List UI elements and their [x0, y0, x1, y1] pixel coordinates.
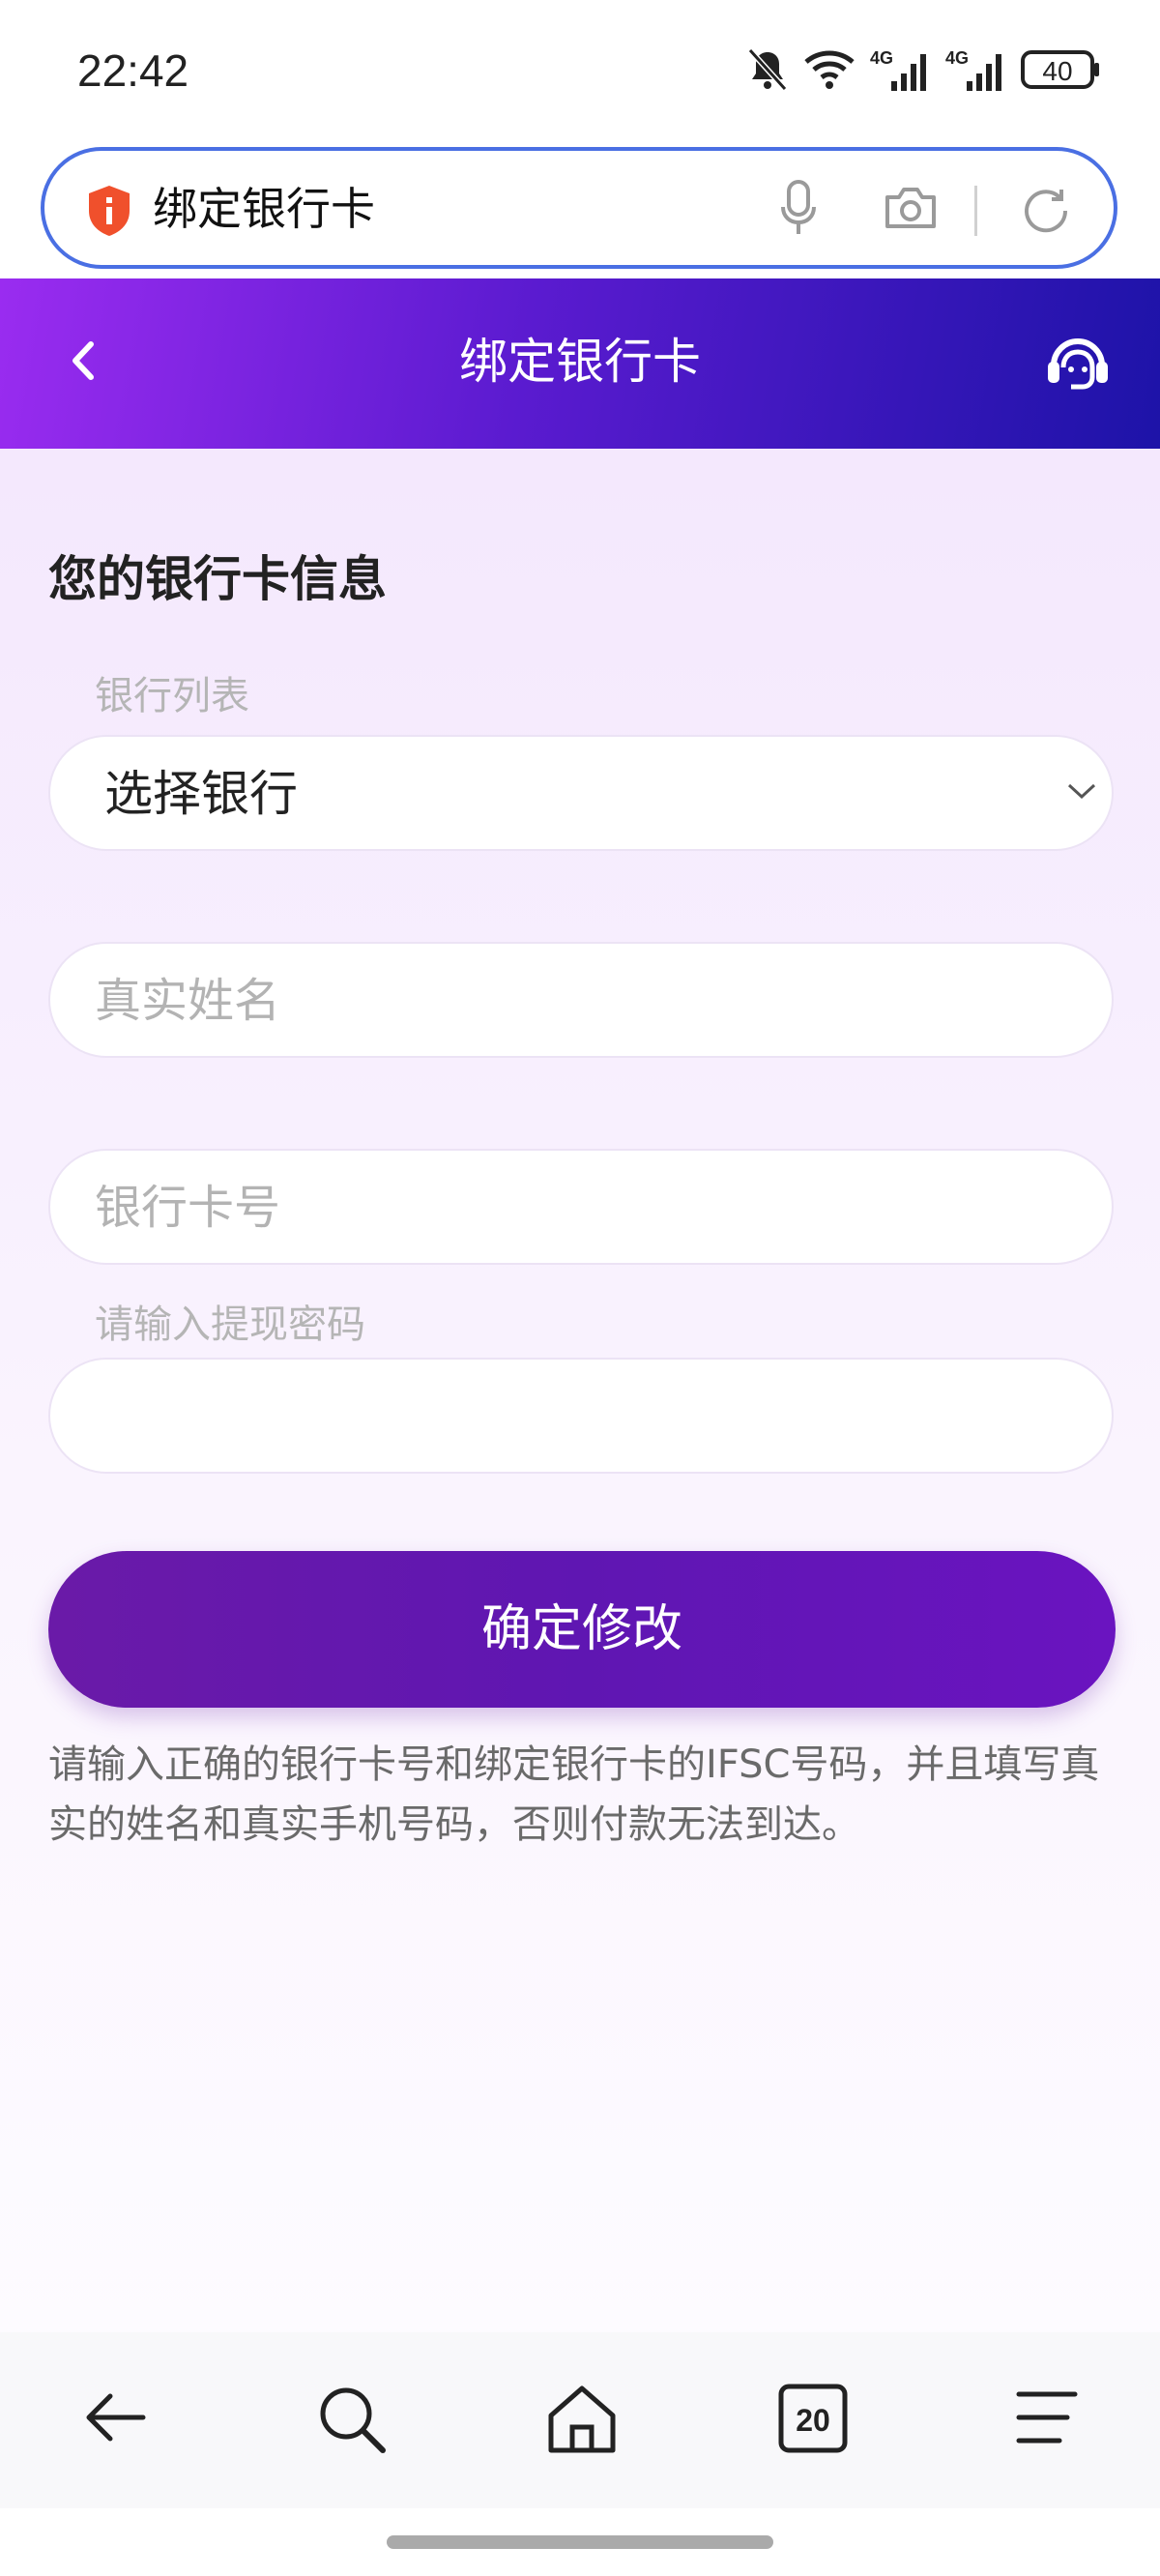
- address-bar-separator: [974, 186, 977, 236]
- bank-list-label: 银行列表: [95, 674, 249, 718]
- signal-4g-icon: 4G: [870, 48, 926, 91]
- browser-address-bar[interactable]: 绑定银行卡: [41, 147, 1117, 269]
- customer-service-icon[interactable]: [1044, 329, 1112, 396]
- home-icon[interactable]: [545, 2383, 619, 2456]
- status-time: 22:42: [77, 45, 189, 96]
- real-name-placeholder: 真实姓名: [95, 974, 281, 1028]
- page-title: 绑定银行卡: [459, 334, 701, 390]
- tabs-icon[interactable]: 20: [777, 2383, 849, 2454]
- search-icon[interactable]: [315, 2383, 389, 2456]
- home-indicator[interactable]: [387, 2535, 773, 2549]
- signal-4g-icon-2: 4G: [945, 48, 1001, 91]
- status-icons: 4G 4G 40: [746, 43, 1102, 97]
- menu-icon[interactable]: [1011, 2383, 1081, 2452]
- status-bar: 22:42 4G 4G 40: [0, 0, 1160, 140]
- bottom-nav: 20: [0, 2332, 1160, 2508]
- bank-select[interactable]: 选择银行: [48, 735, 1114, 851]
- withdraw-password-field[interactable]: [48, 1358, 1114, 1474]
- page-header: 绑定银行卡: [0, 278, 1160, 449]
- reload-icon[interactable]: [1019, 184, 1073, 238]
- chevron-down-icon: [1067, 783, 1096, 800]
- confirm-button[interactable]: 确定修改: [48, 1551, 1116, 1708]
- section-title: 您的银行卡信息: [48, 551, 387, 607]
- svg-text:4G: 4G: [870, 48, 893, 68]
- password-label: 请输入提现密码: [95, 1303, 365, 1347]
- microphone-icon[interactable]: [779, 178, 818, 238]
- wifi-icon: [804, 50, 855, 89]
- battery-icon: 40: [1021, 50, 1099, 89]
- tabs-count: 20: [796, 2403, 830, 2438]
- card-number-placeholder: 银行卡号: [95, 1181, 281, 1235]
- notice-text: 请输入正确的银行卡号和绑定银行卡的IFSC号码，并且填写真实的姓名和真实手机号码…: [48, 1742, 1100, 1847]
- svg-text:4G: 4G: [945, 48, 969, 68]
- real-name-field[interactable]: 真实姓名: [48, 942, 1114, 1058]
- bank-select-value: 选择银行: [104, 766, 298, 822]
- camera-icon[interactable]: [882, 184, 940, 232]
- svg-text:40: 40: [1042, 56, 1072, 86]
- confirm-button-label: 确定修改: [480, 1600, 682, 1658]
- shield-icon: [89, 186, 130, 236]
- back-arrow-icon[interactable]: [81, 2383, 151, 2452]
- address-text[interactable]: 绑定银行卡: [153, 180, 375, 238]
- mute-bell-icon: [747, 47, 788, 92]
- card-number-field[interactable]: 银行卡号: [48, 1149, 1114, 1265]
- main-content: 您的银行卡信息 银行列表 选择银行 真实姓名 银行卡号 请输入提现密码 确定修改…: [0, 449, 1160, 2332]
